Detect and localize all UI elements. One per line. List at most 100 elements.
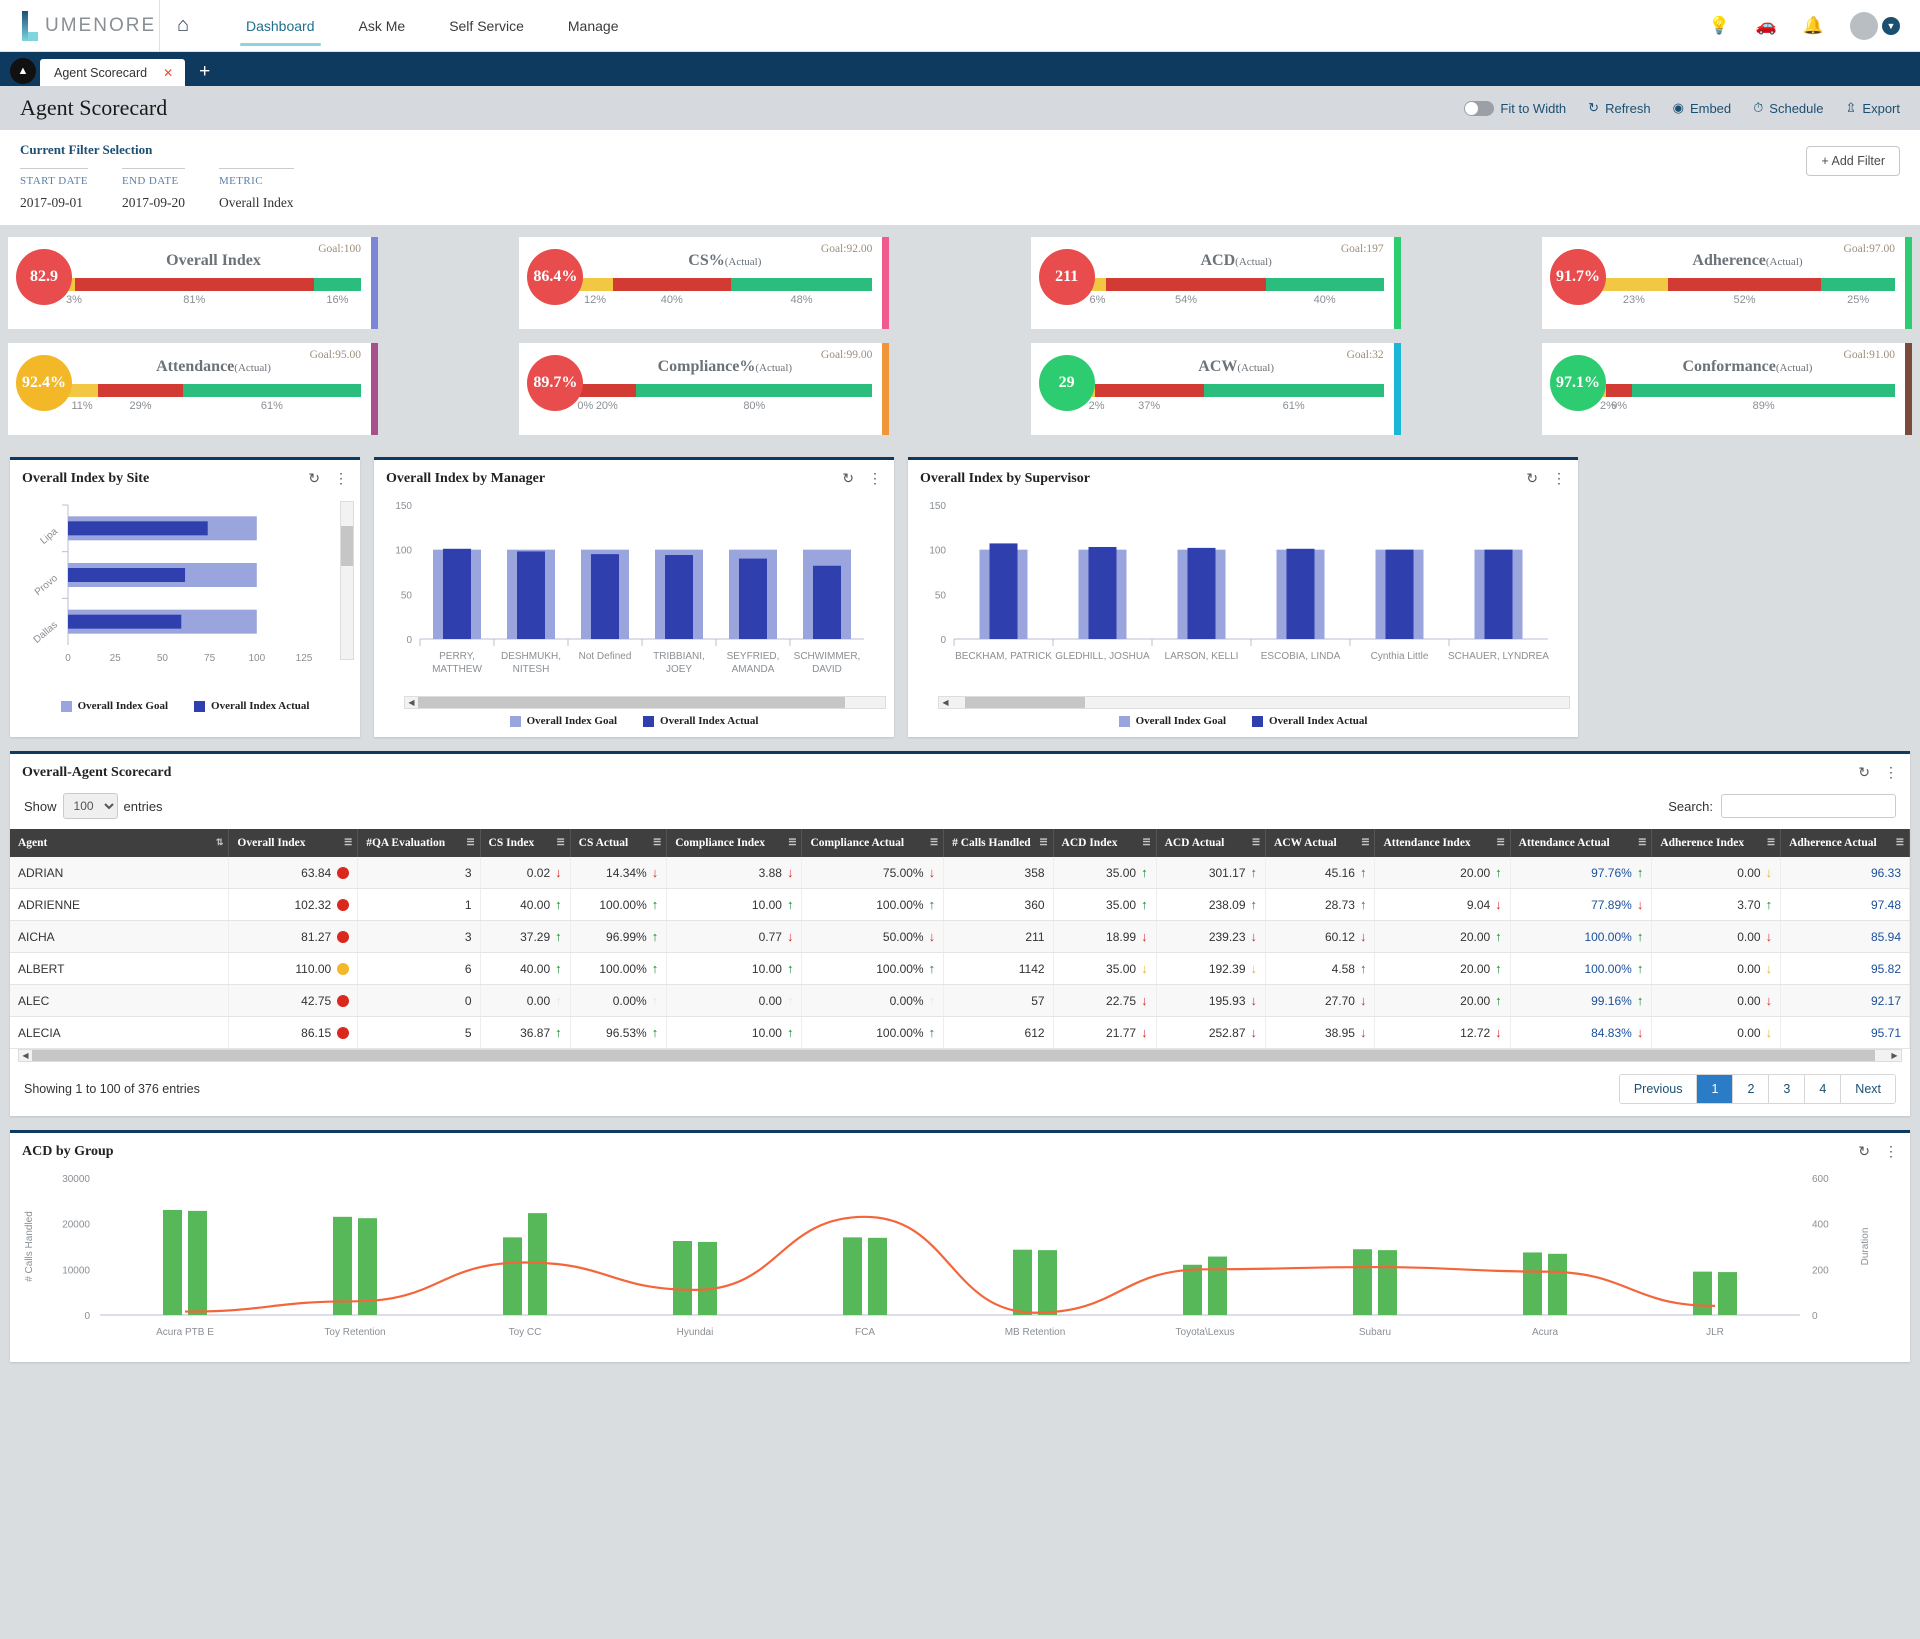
table-header-attendance-actual[interactable]: Attendance Actual☰ (1510, 829, 1652, 857)
kpi-card-attendance[interactable]: 92.4% Goal:95.00 Attendance(Actual) 11%2… (8, 343, 378, 435)
bar-calls-b[interactable] (1378, 1250, 1397, 1315)
home-icon[interactable]: ⌂ (160, 14, 206, 37)
toggle-switch-icon[interactable] (1464, 101, 1494, 116)
table-header-cs-actual[interactable]: CS Actual☰ (570, 829, 667, 857)
table-header-overall-index[interactable]: Overall Index☰ (229, 829, 358, 857)
sort-icon[interactable]: ☰ (1361, 837, 1369, 848)
bar-calls-a[interactable] (503, 1237, 522, 1315)
refresh-icon[interactable]: ↻ (308, 470, 320, 487)
sort-icon[interactable]: ☰ (557, 837, 565, 848)
kpi-card-cs-[interactable]: 86.4% Goal:92.00 CS%(Actual) 12%40%48% (519, 237, 889, 329)
table-header-acw-actual[interactable]: ACW Actual☰ (1266, 829, 1375, 857)
bar-calls-a[interactable] (1183, 1265, 1202, 1315)
table-header-adherence-index[interactable]: Adherence Index☰ (1652, 829, 1781, 857)
sort-icon[interactable]: ⇅ (216, 837, 224, 848)
bell-icon[interactable]: 🔔 (1803, 16, 1824, 36)
kpi-card-acd[interactable]: 211 Goal:197 ACD(Actual) 6%54%40% (1031, 237, 1401, 329)
bar-calls-b[interactable] (1548, 1254, 1567, 1315)
bar-actual[interactable] (68, 568, 185, 582)
chart-supervisor-hscrollbar[interactable]: ◀ (938, 696, 1570, 709)
page-4[interactable]: 4 (1805, 1075, 1841, 1103)
table-header--qa-evaluation[interactable]: #QA Evaluation☰ (358, 829, 480, 857)
add-filter-button[interactable]: + Add Filter (1806, 146, 1900, 176)
table-header-adherence-actual[interactable]: Adherence Actual☰ (1781, 829, 1910, 857)
chart-supervisor[interactable]: 050100150BECKHAM, PATRICKGLEDHILL, JOSHU… (908, 491, 1578, 694)
table-row[interactable]: ALECIA 86.15 5 36.87↑ 96.53%↑ 10.00↑ 100… (10, 1017, 1910, 1049)
bar-actual[interactable] (813, 566, 841, 639)
refresh-icon[interactable]: ↻ (1858, 1143, 1870, 1160)
bar-actual[interactable] (517, 551, 545, 639)
scroll-right-icon[interactable]: ▶ (1888, 1051, 1901, 1060)
sort-icon[interactable]: ☰ (653, 837, 661, 848)
table-header-acd-index[interactable]: ACD Index☰ (1053, 829, 1156, 857)
bar-calls-b[interactable] (188, 1211, 207, 1315)
scroll-left-icon[interactable]: ◀ (405, 698, 418, 707)
refresh-icon[interactable]: ↻ (1858, 764, 1870, 781)
table-row[interactable]: AICHA 81.27 3 37.29↑ 96.99%↑ 0.77↓ 50.00… (10, 921, 1910, 953)
bar-actual[interactable] (1188, 548, 1216, 639)
bar-calls-a[interactable] (673, 1241, 692, 1315)
page-next[interactable]: Next (1841, 1075, 1895, 1103)
chart-manager-hscrollbar[interactable]: ◀ (404, 696, 886, 709)
bulb-icon[interactable]: 💡 (1708, 16, 1729, 36)
kpi-card-overall-index[interactable]: 82.9 Goal:100 Overall Index 3%81%16% (8, 237, 378, 329)
table-hscrollbar[interactable]: ◀ ▶ (18, 1049, 1902, 1062)
page-3[interactable]: 3 (1769, 1075, 1805, 1103)
more-options-icon[interactable]: ⋮ (1884, 1143, 1898, 1160)
search-input[interactable] (1721, 794, 1896, 818)
bar-calls-b[interactable] (1038, 1250, 1057, 1315)
table-header-compliance-actual[interactable]: Compliance Actual☰ (802, 829, 944, 857)
nav-item-dashboard[interactable]: Dashboard (224, 0, 337, 52)
nav-item-manage[interactable]: Manage (546, 0, 641, 52)
chart-site[interactable]: 0255075100125LipaProvoDallas (10, 491, 360, 694)
filter-end-date[interactable]: END DATE 2017-09-20 (122, 168, 205, 211)
chart-acd-by-group[interactable]: 01000020000300000200400600# Calls Handle… (10, 1164, 1910, 1362)
scroll-thumb[interactable] (418, 697, 845, 708)
table-row[interactable]: ADRIENNE 102.32 1 40.00↑ 100.00%↑ 10.00↑… (10, 889, 1910, 921)
page-size-select[interactable]: 102550100 (63, 793, 118, 819)
sort-icon[interactable]: ☰ (466, 837, 474, 848)
close-icon[interactable]: ✕ (163, 66, 173, 80)
chart-site-vscrollbar[interactable] (340, 501, 354, 660)
collapse-toggle-icon[interactable]: ▲ (10, 58, 36, 84)
sort-icon[interactable]: ☰ (1896, 837, 1904, 848)
bar-actual[interactable] (739, 559, 767, 639)
sort-icon[interactable]: ☰ (1497, 837, 1505, 848)
sort-icon[interactable]: ☰ (1767, 837, 1775, 848)
bar-calls-a[interactable] (1013, 1250, 1032, 1315)
sort-icon[interactable]: ☰ (1638, 837, 1646, 848)
bar-calls-a[interactable] (1523, 1252, 1542, 1315)
filter-start-date[interactable]: START DATE 2017-09-01 (20, 168, 108, 211)
sort-icon[interactable]: ☰ (1142, 837, 1150, 848)
sort-icon[interactable]: ☰ (1252, 837, 1260, 848)
bar-actual[interactable] (1386, 550, 1414, 639)
refresh-icon[interactable]: ↻ (1526, 470, 1538, 487)
more-options-icon[interactable]: ⋮ (868, 470, 882, 487)
page-2[interactable]: 2 (1733, 1075, 1769, 1103)
sort-icon[interactable]: ☰ (788, 837, 796, 848)
scroll-left-icon[interactable]: ◀ (19, 1051, 32, 1060)
scroll-left-icon[interactable]: ◀ (939, 698, 952, 707)
table-header-cs-index[interactable]: CS Index☰ (480, 829, 570, 857)
export-button[interactable]: ⇫ Export (1846, 100, 1900, 116)
tab-agent-scorecard[interactable]: Agent Scorecard ✕ (40, 59, 185, 86)
bar-actual[interactable] (990, 543, 1018, 639)
bar-actual[interactable] (68, 521, 208, 535)
bar-calls-a[interactable] (843, 1237, 862, 1315)
user-menu[interactable]: ▼ (1850, 12, 1900, 40)
cart-icon[interactable]: 🚗 (1756, 16, 1777, 36)
fit-to-width-toggle[interactable]: Fit to Width (1464, 101, 1566, 116)
add-tab-icon[interactable]: + (199, 61, 210, 83)
bar-actual[interactable] (68, 615, 181, 629)
table-header-attendance-index[interactable]: Attendance Index☰ (1375, 829, 1510, 857)
bar-calls-b[interactable] (868, 1238, 887, 1315)
brand-logo[interactable]: UMENORE (0, 0, 160, 52)
sort-icon[interactable]: ☰ (930, 837, 938, 848)
refresh-icon[interactable]: ↻ (842, 470, 854, 487)
scroll-thumb[interactable] (965, 697, 1085, 708)
chevron-down-icon[interactable]: ▼ (1882, 17, 1900, 35)
table-row[interactable]: ALBERT 110.00 6 40.00↑ 100.00%↑ 10.00↑ 1… (10, 953, 1910, 985)
kpi-card-acw[interactable]: 29 Goal:32 ACW(Actual) 2%37%61% (1031, 343, 1401, 435)
sort-icon[interactable]: ☰ (344, 837, 352, 848)
kpi-card-compliance-[interactable]: 89.7% Goal:99.00 Compliance%(Actual) 0%2… (519, 343, 889, 435)
